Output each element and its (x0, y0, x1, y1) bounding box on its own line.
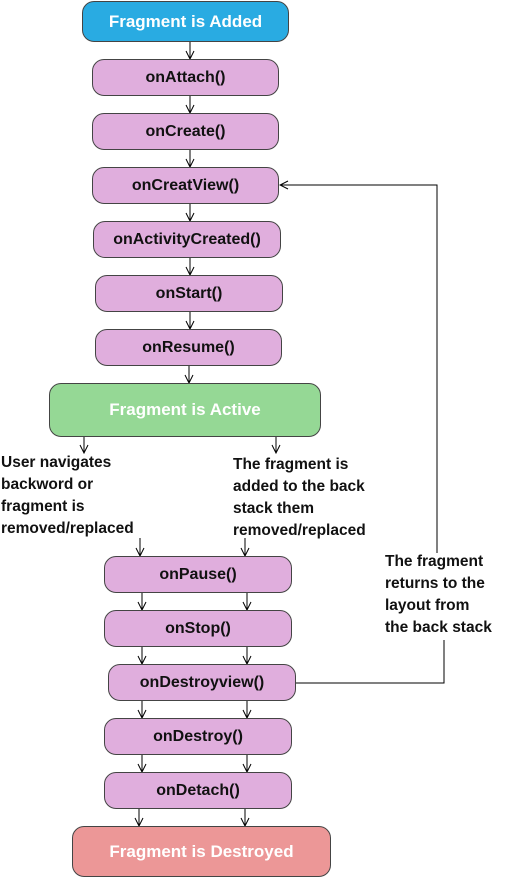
on-activity-created-label: onActivityCreated() (113, 230, 261, 248)
on-destroy-view-label: onDestroyview() (139, 673, 265, 691)
on-pause-label: onPause() (159, 565, 237, 583)
on-activity-created-box: onActivityCreated() (93, 221, 281, 258)
on-destroy-view-box: onDestroyview() (108, 664, 296, 701)
fragment-added-state: Fragment is Added (82, 1, 289, 42)
on-resume-label: onResume() (142, 338, 235, 356)
on-attach-label: onAttach() (145, 68, 226, 86)
on-detach-box: onDetach() (104, 772, 292, 809)
on-create-view-label: onCreatView() (131, 176, 240, 194)
on-pause-box: onPause() (104, 556, 292, 593)
on-start-box: onStart() (95, 275, 283, 312)
on-destroy-label: onDestroy() (153, 727, 243, 745)
fragment-active-label: Fragment is Active (109, 400, 261, 419)
fragment-added-label: Fragment is Added (108, 11, 263, 31)
on-create-label: onCreate() (145, 122, 226, 140)
fragment-destroyed-state: Fragment is Destroyed (72, 826, 331, 877)
fragment-active-state: Fragment is Active (49, 383, 321, 437)
loop-back-note: The fragment returns to the layout from … (385, 553, 492, 636)
on-start-label: onStart() (155, 284, 223, 302)
fragment-destroyed-label: Fragment is Destroyed (109, 841, 294, 861)
on-destroy-box: onDestroy() (104, 718, 292, 755)
on-create-box: onCreate() (92, 113, 279, 150)
right-branch-note: The fragment is added to the back stack … (233, 456, 366, 539)
on-detach-label: onDetach() (156, 781, 240, 799)
on-stop-label: onStop() (165, 619, 231, 637)
on-stop-box: onStop() (104, 610, 292, 647)
left-branch-note: User navigates backword or fragment is r… (1, 454, 134, 537)
on-resume-box: onResume() (95, 329, 282, 366)
on-create-view-box: onCreatView() (92, 167, 279, 204)
on-attach-box: onAttach() (92, 59, 279, 96)
